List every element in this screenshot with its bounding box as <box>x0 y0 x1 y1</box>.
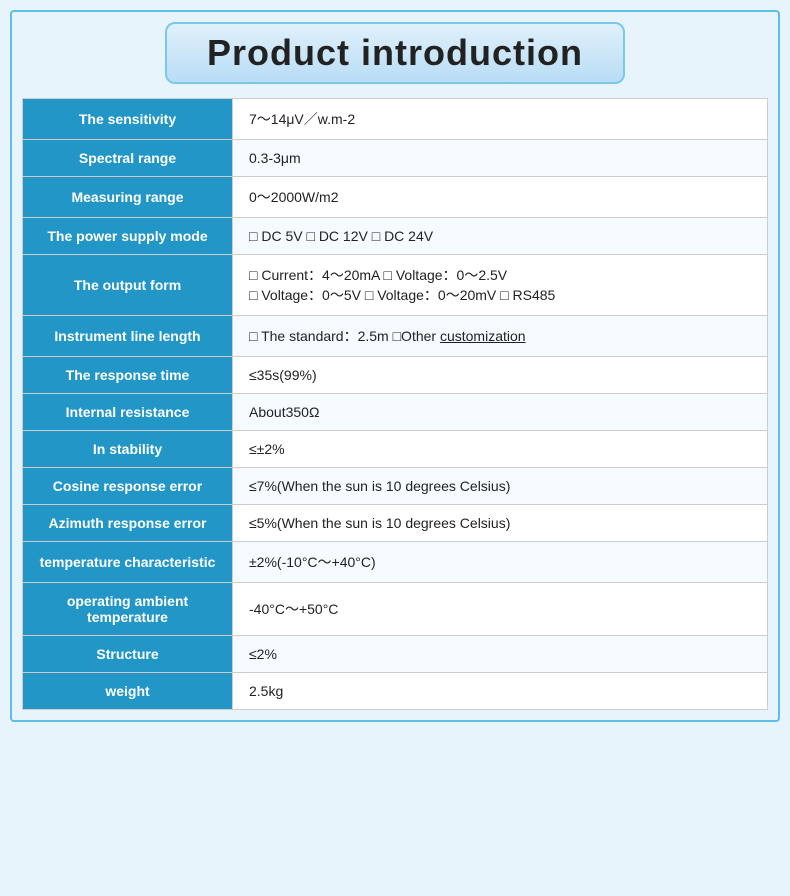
table-row: Measuring range0～2000W/m2 <box>23 177 768 218</box>
value-cell-2: 0～2000W/m2 <box>233 177 768 218</box>
label-cell-1: Spectral range <box>23 140 233 177</box>
table-row: Instrument line length□ The standard：2.5… <box>23 316 768 357</box>
label-cell-10: Azimuth response error <box>23 505 233 542</box>
label-cell-4: The output form <box>23 255 233 316</box>
label-cell-14: weight <box>23 673 233 710</box>
value-cell-7: About350Ω <box>233 394 768 431</box>
value-cell-8: ≤±2% <box>233 431 768 468</box>
value-cell-1: 0.3-3μm <box>233 140 768 177</box>
value-cell-9: ≤7%(When the sun is 10 degrees Celsius) <box>233 468 768 505</box>
table-row: In stability≤±2% <box>23 431 768 468</box>
value-line: □ Current：4～20mA □ Voltage：0～2.5V <box>249 265 751 285</box>
table-row: weight2.5kg <box>23 673 768 710</box>
table-row: temperature characteristic±2%(-10°C～+40°… <box>23 542 768 583</box>
value-cell-13: ≤2% <box>233 636 768 673</box>
table-row: Azimuth response error≤5%(When the sun i… <box>23 505 768 542</box>
label-cell-6: The response time <box>23 357 233 394</box>
value-cell-10: ≤5%(When the sun is 10 degrees Celsius) <box>233 505 768 542</box>
table-row: Structure≤2% <box>23 636 768 673</box>
value-cell-14: 2.5kg <box>233 673 768 710</box>
value-line: □ Voltage：0～5V □ Voltage：0～20mV □ RS485 <box>249 285 751 305</box>
table-row: The sensitivity7～14μV／w.m-2 <box>23 99 768 140</box>
label-cell-3: The power supply mode <box>23 218 233 255</box>
value-cell-4: □ Current：4～20mA □ Voltage：0～2.5V□ Volta… <box>233 255 768 316</box>
table-row: The response time≤35s(99%) <box>23 357 768 394</box>
label-cell-9: Cosine response error <box>23 468 233 505</box>
label-cell-7: Internal resistance <box>23 394 233 431</box>
label-cell-12: operating ambient temperature <box>23 583 233 636</box>
title-container: Product introduction <box>22 22 768 84</box>
table-wrapper: NiuBoL NiuB NiuBoL NiuB The sensitivity7… <box>22 98 768 710</box>
specs-table: The sensitivity7～14μV／w.m-2Spectral rang… <box>22 98 768 710</box>
label-cell-0: The sensitivity <box>23 99 233 140</box>
table-row: operating ambient temperature-40°C～+50°C <box>23 583 768 636</box>
table-row: The power supply mode□ DC 5V □ DC 12V □ … <box>23 218 768 255</box>
table-row: The output form□ Current：4～20mA □ Voltag… <box>23 255 768 316</box>
label-cell-5: Instrument line length <box>23 316 233 357</box>
label-cell-13: Structure <box>23 636 233 673</box>
table-row: Spectral range0.3-3μm <box>23 140 768 177</box>
label-cell-11: temperature characteristic <box>23 542 233 583</box>
label-cell-8: In stability <box>23 431 233 468</box>
table-row: Cosine response error≤7%(When the sun is… <box>23 468 768 505</box>
page-title: Product introduction <box>207 32 583 74</box>
label-cell-2: Measuring range <box>23 177 233 218</box>
value-cell-5: □ The standard：2.5m □Other customization <box>233 316 768 357</box>
value-cell-11: ±2%(-10°C～+40°C) <box>233 542 768 583</box>
value-cell-3: □ DC 5V □ DC 12V □ DC 24V <box>233 218 768 255</box>
table-row: Internal resistanceAbout350Ω <box>23 394 768 431</box>
value-cell-12: -40°C～+50°C <box>233 583 768 636</box>
title-box: Product introduction <box>165 22 625 84</box>
page-wrapper: Product introduction NiuBoL NiuB NiuBoL … <box>10 10 780 722</box>
value-cell-6: ≤35s(99%) <box>233 357 768 394</box>
value-cell-0: 7～14μV／w.m-2 <box>233 99 768 140</box>
